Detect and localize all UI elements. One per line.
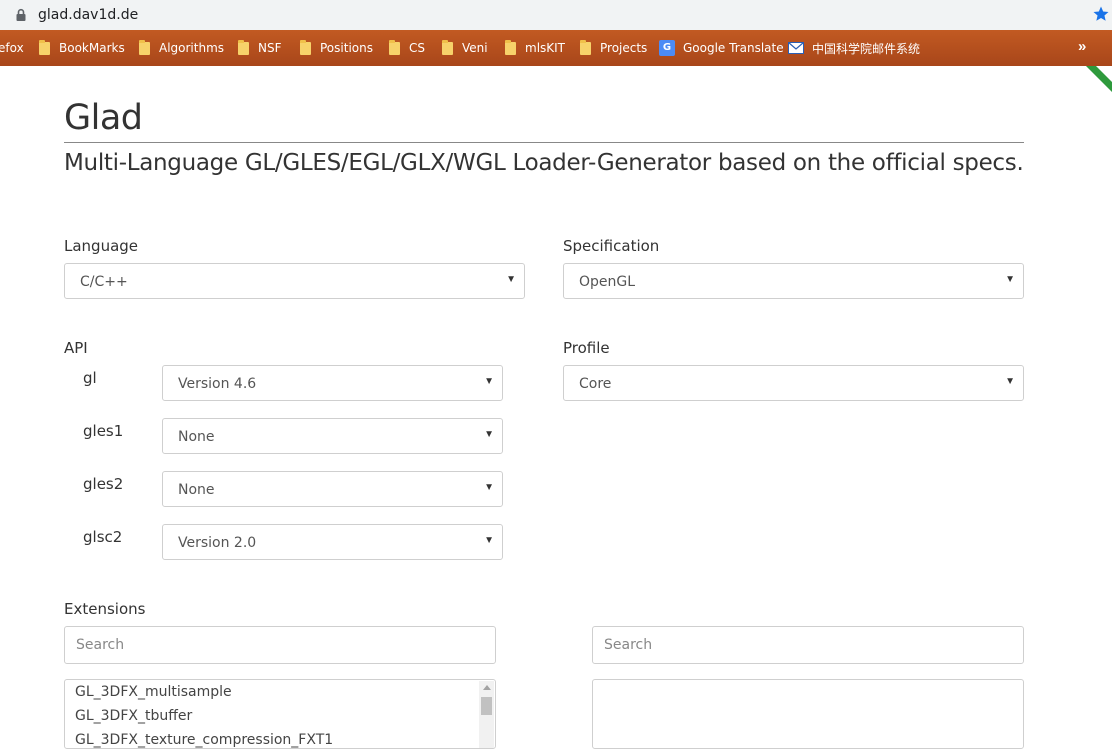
folder-icon <box>139 39 150 55</box>
folder-icon <box>442 39 453 55</box>
search-placeholder: Search <box>76 637 125 653</box>
bookmarks-bar: efox BookMarks Algorithms NSF Positions … <box>0 30 1112 66</box>
bookmark-item[interactable]: efox <box>0 39 24 57</box>
api-gles1-label: gles1 <box>83 422 124 440</box>
chevron-down-icon: ▼ <box>484 482 494 493</box>
api-gles1-select-value: None <box>178 429 215 445</box>
scroll-up-arrow-icon[interactable] <box>483 685 491 690</box>
list-item[interactable]: GL_3DFX_multisample <box>75 684 232 700</box>
bookmark-folder-bookmarks[interactable]: BookMarks <box>39 39 125 57</box>
bookmark-label: 中国科学院邮件系统 <box>812 41 921 56</box>
profile-select-value: Core <box>579 376 612 392</box>
bookmark-label: NSF <box>258 41 282 55</box>
bookmark-folder-projects[interactable]: Projects <box>580 39 647 57</box>
bookmark-folder-cs[interactable]: CS <box>389 39 425 57</box>
specification-select-value: OpenGL <box>579 274 636 290</box>
profile-label: Profile <box>563 339 610 357</box>
bookmark-label: mlsKIT <box>525 41 566 55</box>
api-gl-select-value: Version 4.6 <box>178 376 257 392</box>
bookmark-label: Veni <box>462 41 488 55</box>
folder-icon <box>300 39 311 55</box>
api-gles2-label: gles2 <box>83 475 124 493</box>
bookmark-cas-mail[interactable]: 中国科学院邮件系统 <box>788 39 920 57</box>
google-translate-icon: G <box>659 40 675 56</box>
chevron-down-icon: ▼ <box>484 376 494 387</box>
folder-icon <box>389 39 400 55</box>
api-glsc2-select-value: Version 2.0 <box>178 535 257 551</box>
chevron-down-icon: ▼ <box>506 274 516 285</box>
bookmark-folder-mlskit[interactable]: mlsKIT <box>505 39 565 57</box>
api-glsc2-select[interactable]: Version 2.0 ▼ <box>162 524 503 560</box>
mail-icon <box>788 42 804 54</box>
folder-icon <box>39 39 50 55</box>
chevron-down-icon: ▼ <box>1005 376 1015 387</box>
lock-icon <box>16 8 26 21</box>
bookmark-google-translate[interactable]: G Google Translate <box>659 39 784 57</box>
bookmark-folder-veni[interactable]: Veni <box>442 39 488 57</box>
url-text[interactable]: glad.dav1d.de <box>38 7 138 23</box>
chevron-down-icon: ▼ <box>484 535 494 546</box>
api-gles2-select-value: None <box>178 482 215 498</box>
corner-ribbon[interactable] <box>1086 66 1112 92</box>
extensions-label: Extensions <box>64 600 146 618</box>
more-bookmarks-chevron-icon[interactable]: » <box>1078 38 1086 55</box>
folder-icon <box>238 39 249 55</box>
language-select[interactable]: C/C++ ▼ <box>64 263 525 299</box>
title-divider <box>64 142 1024 143</box>
extensions-available-list[interactable]: GL_3DFX_multisample GL_3DFX_tbuffer GL_3… <box>64 679 496 749</box>
api-gl-label: gl <box>83 369 97 387</box>
list-item[interactable]: GL_3DFX_tbuffer <box>75 708 192 724</box>
extensions-search-selected-input[interactable]: Search <box>592 626 1024 664</box>
list-item[interactable]: GL_3DFX_texture_compression_FXT1 <box>75 732 333 748</box>
api-gl-select[interactable]: Version 4.6 ▼ <box>162 365 503 401</box>
language-label: Language <box>64 237 139 255</box>
browser-address-bar[interactable]: glad.dav1d.de <box>0 0 1112 30</box>
profile-select[interactable]: Core ▼ <box>563 365 1024 401</box>
api-glsc2-label: glsc2 <box>83 528 123 546</box>
api-gles2-select[interactable]: None ▼ <box>162 471 503 507</box>
api-gles1-select[interactable]: None ▼ <box>162 418 503 454</box>
bookmark-label: CS <box>409 41 425 55</box>
folder-icon <box>505 39 516 55</box>
scroll-thumb[interactable] <box>481 697 492 715</box>
page-title: Glad <box>64 98 143 138</box>
extensions-selected-list[interactable] <box>592 679 1024 749</box>
chevron-down-icon: ▼ <box>1005 274 1015 285</box>
bookmark-label: Algorithms <box>159 41 225 55</box>
bookmark-label: efox <box>0 41 24 55</box>
ribbon-icon <box>1086 66 1112 92</box>
page-subtitle: Multi-Language GL/GLES/EGL/GLX/WGL Loade… <box>64 150 1024 176</box>
bookmark-folder-nsf[interactable]: NSF <box>238 39 282 57</box>
bookmark-label: BookMarks <box>59 41 125 55</box>
api-label: API <box>64 339 88 357</box>
search-placeholder: Search <box>604 637 653 653</box>
specification-label: Specification <box>563 237 660 255</box>
bookmark-star-icon[interactable] <box>1092 5 1110 23</box>
chevron-down-icon: ▼ <box>484 429 494 440</box>
bookmark-folder-algorithms[interactable]: Algorithms <box>139 39 224 57</box>
folder-icon <box>580 39 591 55</box>
bookmark-label: Projects <box>600 41 648 55</box>
bookmark-label: Google Translate <box>683 41 784 55</box>
bookmark-folder-positions[interactable]: Positions <box>300 39 373 57</box>
specification-select[interactable]: OpenGL ▼ <box>563 263 1024 299</box>
extensions-search-available-input[interactable]: Search <box>64 626 496 664</box>
language-select-value: C/C++ <box>80 274 128 290</box>
bookmark-label: Positions <box>320 41 373 55</box>
